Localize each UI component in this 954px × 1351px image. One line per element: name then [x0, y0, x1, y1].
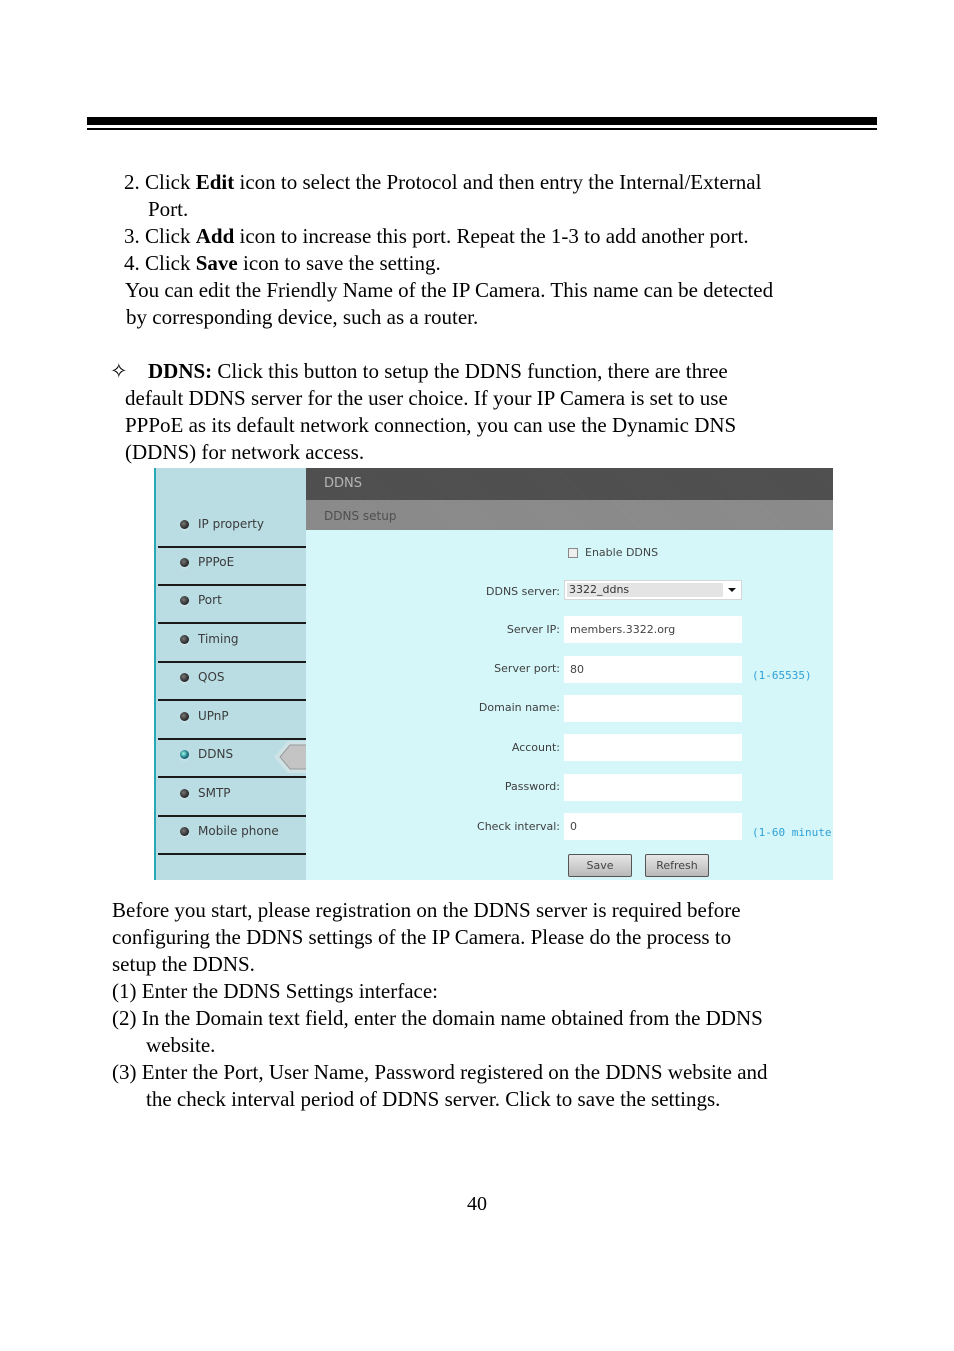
- sidebar-item-smtp[interactable]: SMTP: [158, 779, 306, 817]
- server-ip-label: Server IP:: [506, 623, 560, 636]
- password-input[interactable]: [564, 774, 742, 801]
- server-ip-input[interactable]: members.3322.org: [564, 616, 742, 643]
- step-3: 3. Click Add icon to increase this port.…: [124, 224, 749, 248]
- diamond-bullet-icon: ✧: [110, 359, 128, 383]
- ddns-description-line1: ✧ DDNS: Click this button to setup the DD…: [110, 359, 728, 383]
- procedure-step-2: (2) In the Domain text field, enter the …: [112, 1006, 763, 1030]
- server-port-input[interactable]: 80: [564, 656, 742, 683]
- after-text-line3: setup the DDNS.: [112, 952, 255, 976]
- dropdown-arrow-icon: [728, 588, 736, 592]
- server-port-label: Server port:: [494, 662, 560, 675]
- step-4: 4. Click Save icon to save the setting.: [124, 251, 441, 275]
- step-2: 2. Click Edit icon to select the Protoco…: [124, 170, 762, 194]
- settings-sidebar: IP property PPPoE Port Timing QOS UPnP D…: [154, 468, 308, 880]
- ddns-settings-screenshot: IP property PPPoE Port Timing QOS UPnP D…: [154, 468, 833, 880]
- bullet-icon: [180, 635, 189, 644]
- procedure-step-2-continuation: website.: [146, 1033, 216, 1057]
- check-interval-input[interactable]: 0: [564, 813, 742, 840]
- sidebar-item-upnp[interactable]: UPnP: [158, 702, 306, 740]
- procedure-step-1: (1) Enter the DDNS Settings interface:: [112, 979, 438, 1003]
- sidebar-item-qos[interactable]: QOS: [158, 663, 306, 701]
- save-button[interactable]: Save: [568, 854, 632, 877]
- panel-header: DDNS: [306, 468, 833, 500]
- active-pointer-icon: [274, 741, 308, 773]
- ddns-content-panel: DDNS DDNS setup Enable DDNS DDNS server:…: [306, 468, 833, 880]
- bullet-icon: [180, 712, 189, 721]
- domain-name-input[interactable]: [564, 695, 742, 722]
- account-label: Account:: [511, 741, 560, 754]
- page-number: 40: [467, 1193, 487, 1215]
- ddns-server-select[interactable]: 3322_ddns: [564, 580, 742, 600]
- domain-name-label: Domain name:: [478, 701, 560, 714]
- enable-ddns-checkbox[interactable]: [568, 548, 578, 558]
- ddns-server-label: DDNS server:: [486, 585, 560, 598]
- panel-subheader: DDNS setup: [306, 500, 833, 530]
- password-label: Password:: [504, 780, 560, 793]
- procedure-step-3-continuation: the check interval period of DDNS server…: [146, 1087, 721, 1111]
- after-text-line2: configuring the DDNS settings of the IP …: [112, 925, 732, 949]
- bullet-icon: [180, 596, 189, 605]
- active-bullet-icon: [180, 750, 189, 759]
- bullet-icon: [180, 673, 189, 682]
- server-port-hint: (1-65535): [752, 669, 812, 682]
- check-interval-label: Check interval:: [477, 820, 560, 833]
- header-rule-thick: [87, 117, 877, 125]
- refresh-button[interactable]: Refresh: [645, 854, 709, 877]
- procedure-step-3: (3) Enter the Port, User Name, Password …: [112, 1060, 768, 1084]
- sidebar-item-timing[interactable]: Timing: [158, 625, 306, 663]
- sidebar-item-mobile-phone[interactable]: Mobile phone: [158, 817, 306, 855]
- friendly-name-note-line1: You can edit the Friendly Name of the IP…: [125, 278, 774, 302]
- ddns-description-line3: PPPoE as its default network connection,…: [125, 413, 737, 437]
- sidebar-item-ip-property[interactable]: IP property: [158, 510, 306, 548]
- after-text-line1: Before you start, please registration on…: [112, 898, 741, 922]
- ddns-description-line2: default DDNS server for the user choice.…: [125, 386, 728, 410]
- bullet-icon: [180, 789, 189, 798]
- bullet-icon: [180, 520, 189, 529]
- check-interval-hint: (1-60 minute): [752, 826, 833, 839]
- ddns-description-line4: (DDNS) for network access.: [125, 440, 365, 464]
- header-rule-thin: [87, 128, 877, 130]
- account-input[interactable]: [564, 734, 742, 761]
- bullet-icon: [180, 558, 189, 567]
- bullet-icon: [180, 827, 189, 836]
- step-2-continuation: Port.: [148, 197, 189, 221]
- friendly-name-note-line2: by corresponding device, such as a route…: [126, 305, 479, 329]
- sidebar-item-port[interactable]: Port: [158, 586, 306, 624]
- sidebar-item-pppoe[interactable]: PPPoE: [158, 548, 306, 586]
